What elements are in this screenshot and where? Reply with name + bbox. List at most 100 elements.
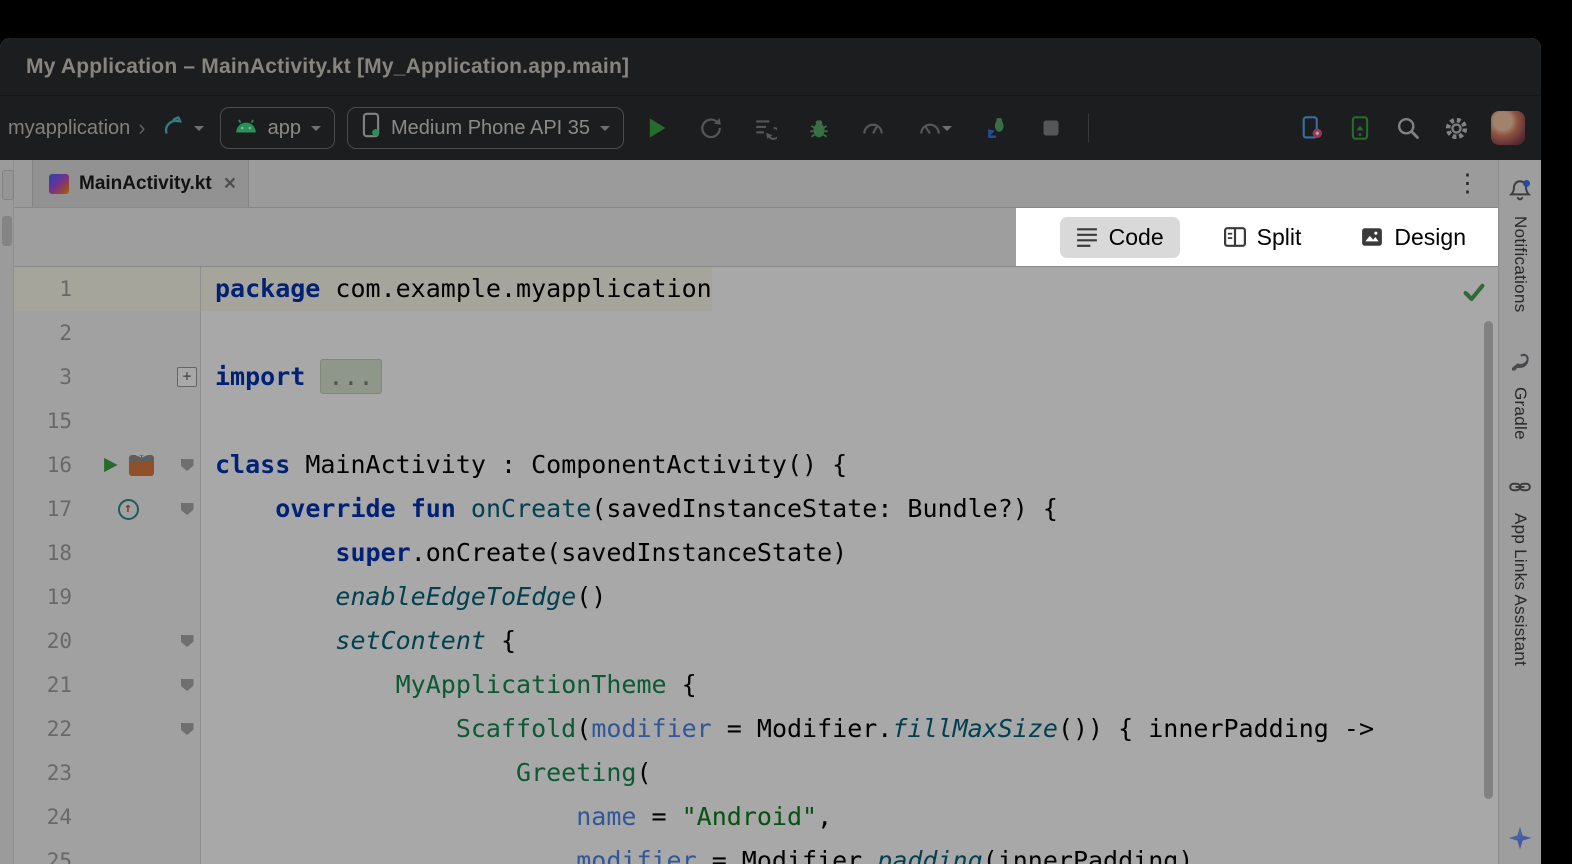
fold-collapse-icon[interactable] — [181, 635, 194, 647]
apply-code-changes-button[interactable] — [744, 109, 786, 147]
run-configuration-selector[interactable]: app — [220, 107, 335, 149]
view-mode-design-button[interactable]: Design — [1345, 217, 1482, 258]
left-stripe-toolwindow-icon[interactable] — [2, 170, 14, 200]
view-mode-code-button[interactable]: Code — [1060, 217, 1180, 258]
profile-low-overhead-button[interactable] — [906, 109, 964, 147]
fold-collapse-icon[interactable] — [181, 679, 194, 691]
gutter-icons — [82, 355, 174, 399]
line-number[interactable]: 19 — [14, 575, 82, 619]
code-line-22[interactable]: 22 Scaffold(modifier = Modifier.fillMaxS… — [14, 707, 1498, 751]
main-toolbar: myapplication › app Medium Phone API 35 — [0, 95, 1541, 160]
code-line-23[interactable]: 23 Greeting( — [14, 751, 1498, 795]
line-number[interactable]: 21 — [14, 663, 82, 707]
code-editor[interactable]: 1package com.example.myapplication23+imp… — [14, 267, 1498, 864]
code-text: class MainActivity : ComponentActivity()… — [201, 443, 847, 487]
line-number[interactable]: 24 — [14, 795, 82, 839]
editor-scrollbar[interactable] — [1484, 321, 1493, 799]
left-stripe-toolwindow-icon[interactable] — [2, 216, 12, 246]
tab-options-kebab-icon[interactable]: ⋮ — [1437, 171, 1498, 196]
fold-column — [174, 443, 201, 487]
gutter-icons: ↑ — [82, 487, 174, 531]
code-line-21[interactable]: 21 MyApplicationTheme { — [14, 663, 1498, 707]
line-number[interactable]: 25 — [14, 839, 82, 864]
gutter-icons — [82, 707, 174, 751]
line-number[interactable]: 2 — [14, 311, 82, 355]
gradle-elephant-icon — [1508, 349, 1532, 378]
breadcrumb-chevron-icon: › — [138, 117, 145, 139]
bell-icon — [1508, 178, 1532, 207]
user-avatar[interactable] — [1491, 111, 1525, 145]
left-tool-stripe — [0, 160, 14, 864]
gutter-icons — [82, 399, 174, 443]
fold-collapse-icon[interactable] — [181, 503, 194, 515]
profiler-button[interactable] — [852, 109, 894, 147]
line-number[interactable]: 20 — [14, 619, 82, 663]
line-number[interactable]: 22 — [14, 707, 82, 751]
line-number[interactable]: 17 — [14, 487, 82, 531]
gutter-icons — [82, 795, 174, 839]
code-line-20[interactable]: 20 setContent { — [14, 619, 1498, 663]
code-line-24[interactable]: 24 name = "Android", — [14, 795, 1498, 839]
code-line-25[interactable]: 25 modifier = Modifier.padding(innerPadd… — [14, 839, 1498, 864]
code-line-18[interactable]: 18 super.onCreate(savedInstanceState) — [14, 531, 1498, 575]
code-text: enableEdgeToEdge() — [201, 575, 606, 619]
code-text — [201, 311, 215, 355]
design-view-label: Design — [1394, 224, 1466, 251]
fold-column: + — [174, 355, 201, 399]
device-selector-label: Medium Phone API 35 — [391, 117, 590, 140]
window-titlebar[interactable]: My Application – MainActivity.kt [My_App… — [0, 38, 1541, 95]
toolwindow-gradle[interactable]: Gradle — [1508, 349, 1532, 440]
device-phone-icon — [361, 112, 381, 144]
toolwindow-notifications[interactable]: Notifications — [1508, 178, 1532, 313]
inspections-ok-check-icon[interactable] — [1462, 281, 1486, 310]
line-number[interactable]: 16 — [14, 443, 82, 487]
tab-mainactivity[interactable]: MainActivity.kt × — [32, 160, 249, 207]
fold-column — [174, 839, 201, 864]
view-mode-split-button[interactable]: Split — [1208, 217, 1318, 258]
line-number[interactable]: 3 — [14, 355, 82, 399]
gutter-icons — [82, 751, 174, 795]
split-view-label: Split — [1257, 224, 1302, 251]
code-view-label: Code — [1109, 224, 1164, 251]
device-selector[interactable]: Medium Phone API 35 — [347, 107, 624, 149]
code-line-3[interactable]: 3+import ... — [14, 355, 1498, 399]
project-breadcrumb[interactable]: myapplication › — [8, 117, 146, 140]
design-view-icon — [1361, 227, 1383, 247]
code-text: MyApplicationTheme { — [201, 663, 697, 707]
line-number[interactable]: 15 — [14, 399, 82, 443]
run-gutter-icon[interactable] — [102, 456, 119, 474]
code-text: Greeting( — [201, 751, 652, 795]
gemini-sparkle-icon[interactable] — [1507, 825, 1533, 864]
attach-debugger-button[interactable] — [976, 109, 1018, 147]
line-number[interactable]: 18 — [14, 531, 82, 575]
toolwindow-app-links-assistant[interactable]: App Links Assistant — [1508, 475, 1532, 666]
apply-changes-button[interactable] — [690, 109, 732, 147]
line-number[interactable]: 23 — [14, 751, 82, 795]
fold-collapse-icon[interactable] — [181, 459, 194, 471]
code-line-16[interactable]: 16 <> class MainActivity : ComponentActivi… — [14, 443, 1498, 487]
code-line-1[interactable]: 1package com.example.myapplication — [14, 267, 1498, 311]
fold-expand-icon[interactable]: + — [177, 367, 197, 387]
code-line-17[interactable]: 17↑ override fun onCreate(savedInstanceS… — [14, 487, 1498, 531]
code-line-19[interactable]: 19 enableEdgeToEdge() — [14, 575, 1498, 619]
kotlin-file-icon — [49, 174, 69, 194]
fold-column — [174, 311, 201, 355]
chevron-down-icon — [194, 126, 204, 136]
run-button[interactable] — [636, 109, 678, 147]
settings-button[interactable] — [1435, 109, 1477, 147]
search-button[interactable] — [1387, 109, 1429, 147]
fold-collapse-icon[interactable] — [181, 723, 194, 735]
fold-column — [174, 575, 201, 619]
compose-preview-gutter-icon[interactable]: <> — [129, 455, 154, 476]
code-line-15[interactable]: 15 — [14, 399, 1498, 443]
overrides-method-gutter-icon[interactable]: ↑ — [118, 499, 139, 520]
code-line-2[interactable]: 2 — [14, 311, 1498, 355]
debug-button[interactable] — [798, 109, 840, 147]
toolbar-separator — [1088, 114, 1089, 142]
vcs-widget-button[interactable] — [158, 114, 208, 143]
device-manager-button[interactable] — [1291, 109, 1333, 147]
stop-button[interactable] — [1030, 109, 1072, 147]
running-devices-button[interactable] — [1339, 109, 1381, 147]
line-number[interactable]: 1 — [14, 267, 82, 311]
tab-close-icon[interactable]: × — [224, 173, 236, 194]
